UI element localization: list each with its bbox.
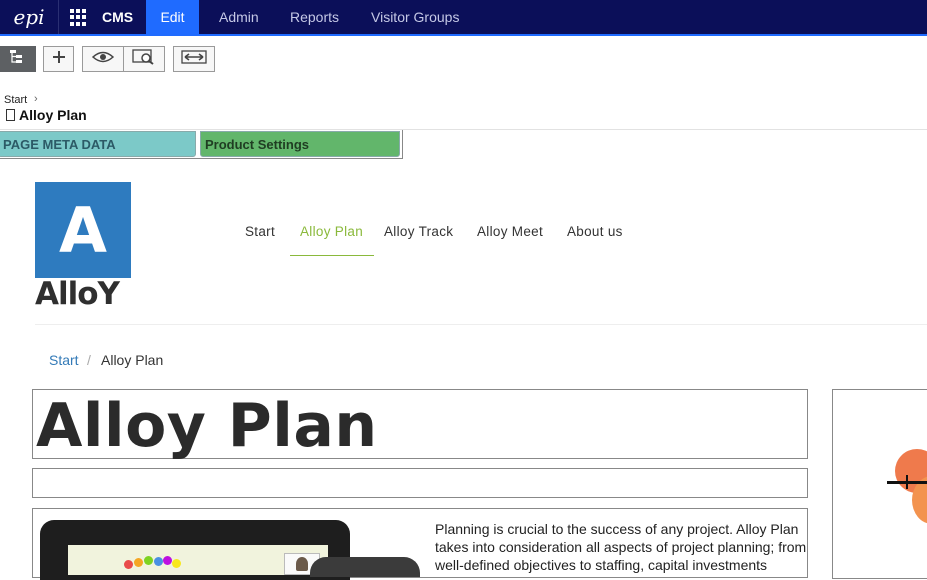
color-dot [144, 556, 153, 565]
site-nav-alloy-track[interactable]: Alloy Track [384, 224, 453, 239]
decorative-line [906, 475, 908, 489]
color-dot [172, 559, 181, 568]
color-dot [154, 557, 163, 566]
page-tree-button[interactable] [0, 46, 36, 72]
product-name: CMS [102, 9, 134, 25]
tab-page-meta-data[interactable]: PAGE META DATA [0, 131, 196, 157]
divider [35, 324, 927, 325]
page-heading: Alloy Plan [36, 391, 378, 461]
logo-letter: A [59, 193, 107, 267]
breadcrumb-start[interactable]: Start [4, 94, 27, 106]
logo-text: epi [13, 5, 45, 29]
divider [0, 158, 403, 159]
tab-product-settings[interactable]: Product Settings [200, 131, 400, 157]
alloy-wordmark: AlloY [35, 276, 120, 312]
preview-magnify-icon [132, 48, 156, 70]
site-nav-alloy-plan[interactable]: Alloy Plan [300, 224, 363, 239]
alloy-logo[interactable]: A [35, 182, 131, 278]
compare-button[interactable] [173, 46, 215, 72]
top-navigation-bar: epi CMS Edit Admin Reports Visitor Group… [0, 0, 927, 36]
product-image-secondary [310, 557, 420, 577]
app-grid-icon[interactable] [70, 9, 87, 26]
site-breadcrumb-separator: / [87, 352, 91, 368]
preview-button[interactable] [123, 46, 165, 72]
plus-icon [52, 50, 66, 69]
page-title-text: Alloy Plan [19, 107, 87, 123]
page-title: Alloy Plan [6, 107, 87, 123]
empty-property-block[interactable] [32, 468, 808, 498]
eye-icon [91, 50, 115, 68]
add-content-button[interactable] [43, 46, 74, 72]
intro-paragraph: Planning is crucial to the success of an… [435, 521, 807, 573]
chevron-right-icon: › [34, 93, 38, 105]
tab-admin[interactable]: Admin [203, 0, 275, 34]
page-tree-icon [9, 49, 27, 70]
compare-arrows-icon [181, 49, 207, 69]
divider [402, 130, 403, 159]
site-nav-start[interactable]: Start [245, 224, 275, 239]
site-nav-about-us[interactable]: About us [567, 224, 623, 239]
site-breadcrumb-current: Alloy Plan [101, 352, 164, 368]
divider [0, 129, 927, 130]
view-button[interactable] [82, 46, 124, 72]
site-nav-alloy-meet[interactable]: Alloy Meet [477, 224, 543, 239]
tab-reports[interactable]: Reports [274, 0, 355, 34]
tab-edit[interactable]: Edit [146, 0, 199, 34]
color-dot [163, 556, 172, 565]
document-icon [6, 109, 15, 121]
active-nav-underline [290, 255, 374, 256]
tab-visitor-groups[interactable]: Visitor Groups [355, 0, 475, 34]
episerver-logo[interactable]: epi [0, 0, 59, 34]
color-dot [134, 558, 143, 567]
site-breadcrumb-start[interactable]: Start [49, 352, 79, 368]
